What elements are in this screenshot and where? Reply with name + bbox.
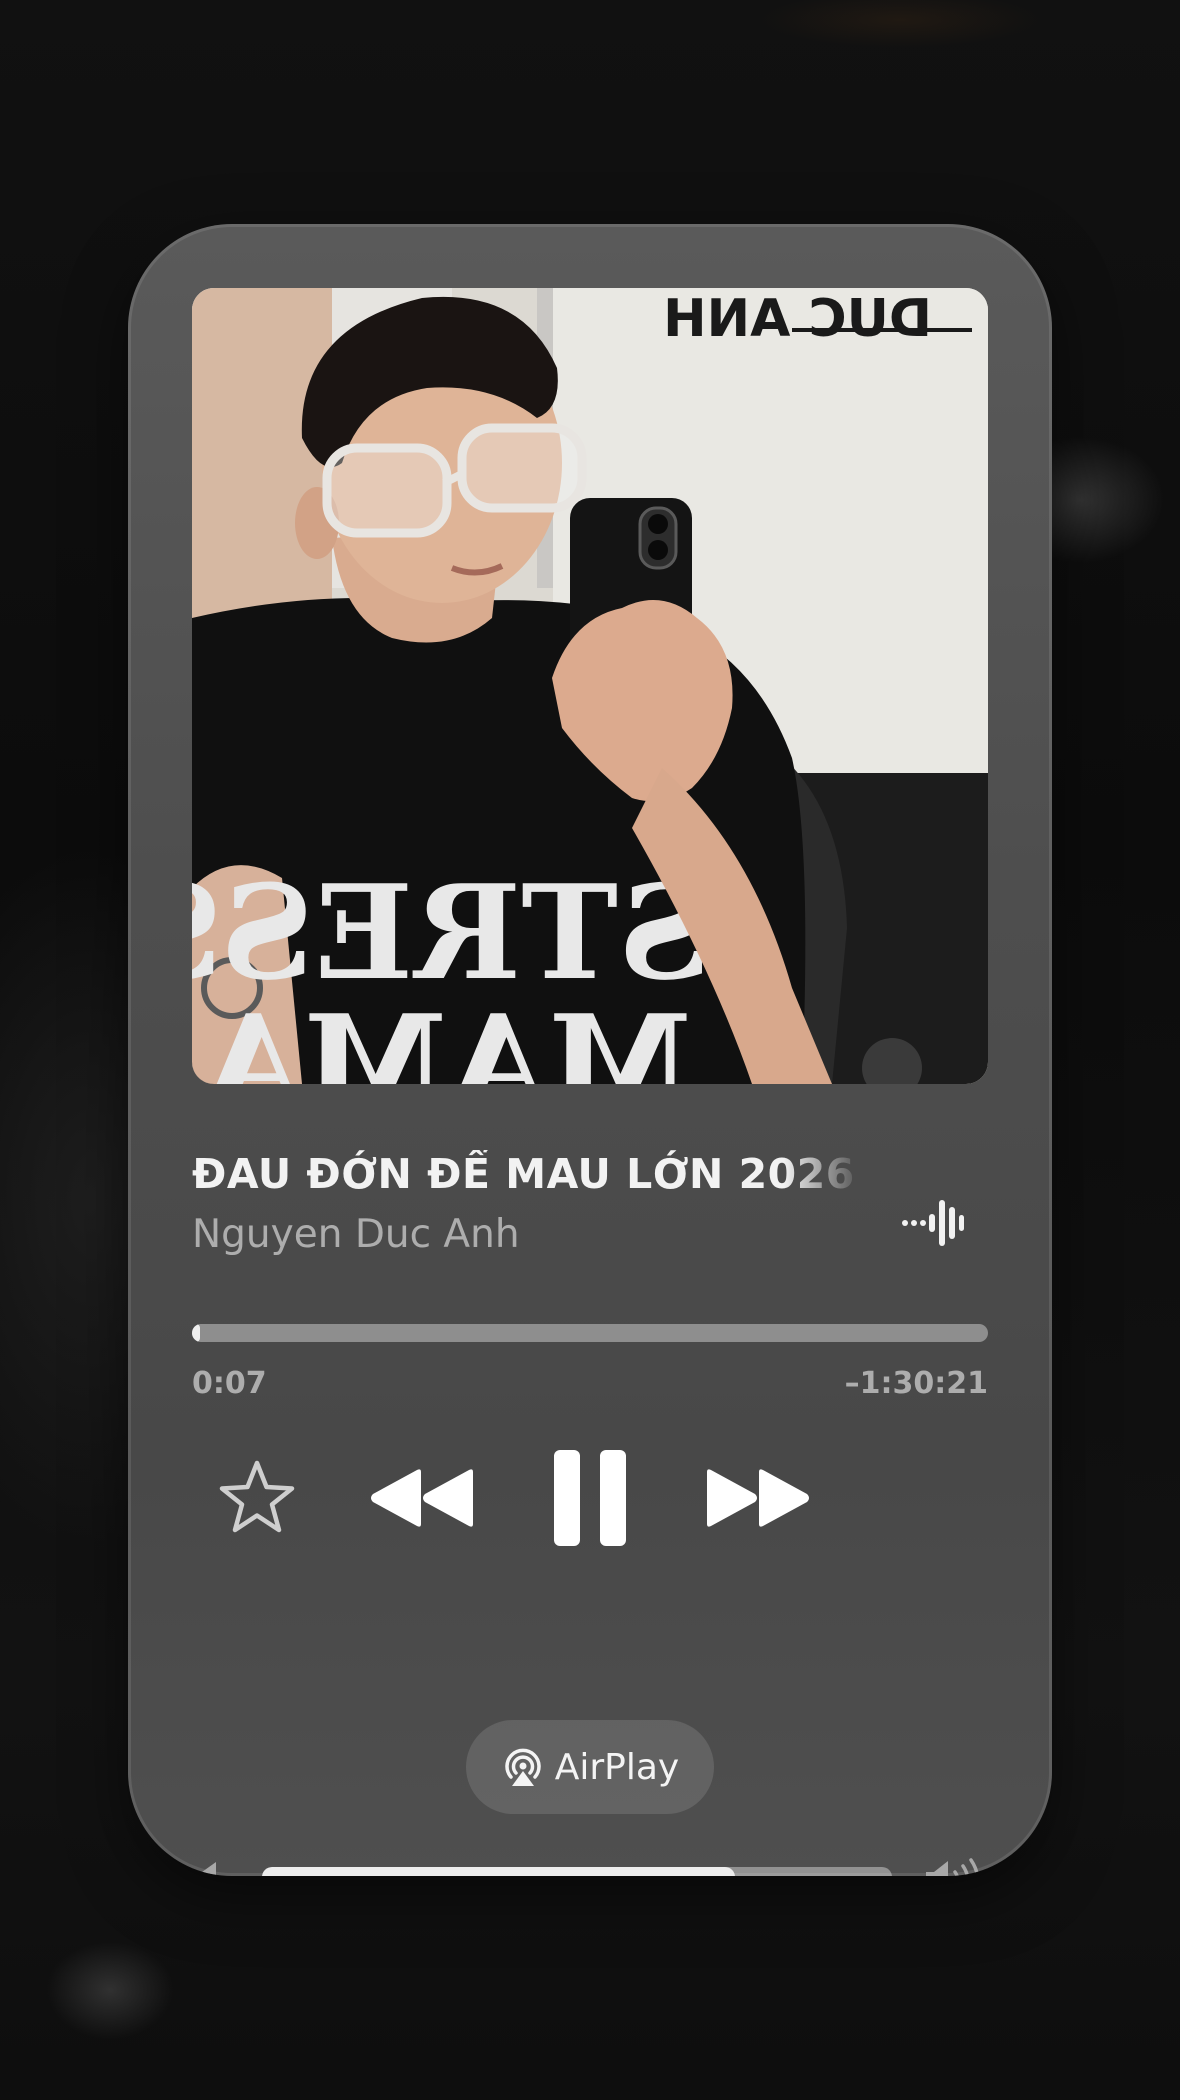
song-title[interactable]: ĐAU ĐỚN ĐỂ MAU LỚN 2026 - N — [192, 1150, 864, 1198]
star-outline-icon — [219, 1460, 295, 1533]
artwork-photo: DUC ANH STRESS MAMA — [192, 288, 988, 1084]
elapsed-time: 0:07 — [192, 1366, 267, 1401]
volume-min-indicator — [192, 1857, 228, 1876]
playback-progress-bar[interactable] — [192, 1324, 988, 1342]
waveform-button[interactable] — [898, 1188, 968, 1258]
pause-button[interactable] — [540, 1444, 640, 1552]
airplay-icon — [505, 1748, 541, 1786]
airplay-button[interactable]: AirPlay — [466, 1720, 714, 1814]
remaining-time: –1:30:21 — [844, 1366, 988, 1401]
volume-max-indicator — [924, 1857, 988, 1876]
speaker-icon — [194, 1862, 216, 1876]
volume-slider-fill — [262, 1867, 735, 1876]
rewind-button[interactable] — [364, 1454, 480, 1542]
artwork-shirt-text-2: MAMA — [200, 986, 692, 1084]
favorite-button[interactable] — [212, 1452, 302, 1542]
now-playing-card: DUC ANH STRESS MAMA — [128, 224, 1052, 1876]
airplay-label: AirPlay — [554, 1746, 680, 1788]
artwork-sign-text: DUC ANH — [663, 289, 932, 349]
playback-progress-fill — [192, 1324, 200, 1342]
rewind-icon — [371, 1469, 473, 1527]
waveform-icon — [902, 1200, 964, 1246]
fast-forward-icon — [707, 1469, 809, 1527]
album-artwork: DUC ANH STRESS MAMA — [192, 288, 988, 1084]
pause-icon — [554, 1450, 626, 1546]
volume-slider[interactable] — [262, 1867, 892, 1876]
speaker-wave-icon — [926, 1858, 979, 1876]
fast-forward-button[interactable] — [700, 1454, 816, 1542]
artist-name[interactable]: Nguyen Duc Anh — [192, 1212, 520, 1257]
